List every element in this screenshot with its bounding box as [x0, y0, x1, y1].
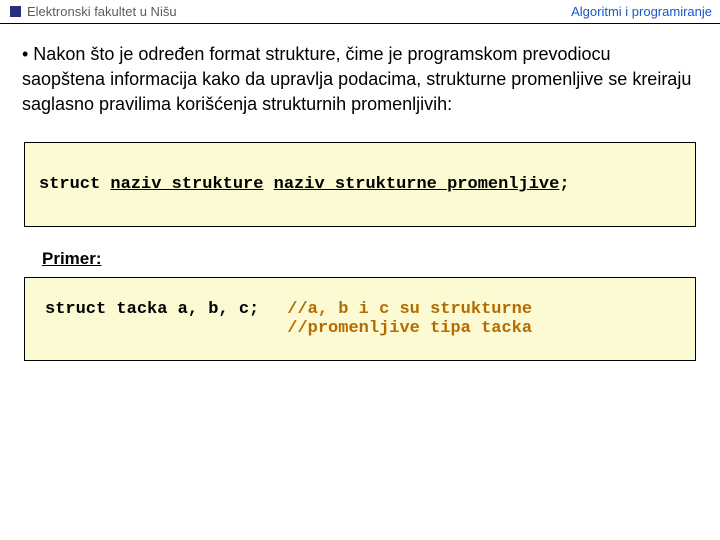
code-sep	[263, 175, 273, 194]
comment-line-1: //a, b i c su strukturne	[287, 300, 532, 319]
slide-content: • Nakon što je određen format strukture,…	[0, 24, 720, 361]
example-code-row: struct tacka a, b, c; //a, b i c su stru…	[45, 300, 681, 338]
course-name: Algoritmi i programiranje	[571, 4, 712, 19]
struct-name-placeholder: naziv_strukture	[110, 175, 263, 194]
example-code-comment: //a, b i c su strukturne //promenljive t…	[287, 300, 532, 338]
code-terminator: ;	[559, 175, 569, 194]
example-code-declaration: struct tacka a, b, c;	[45, 300, 259, 319]
example-label: Primer:	[42, 249, 698, 269]
struct-keyword: struct	[39, 175, 110, 194]
var-name-placeholder: naziv_strukturne_promenljive	[274, 175, 560, 194]
header-left: Elektronski fakultet u Nišu	[10, 4, 177, 19]
example-code-box: struct tacka a, b, c; //a, b i c su stru…	[24, 277, 696, 361]
slide-header: Elektronski fakultet u Nišu Algoritmi i …	[0, 0, 720, 24]
institution-name: Elektronski fakultet u Nišu	[27, 4, 177, 19]
syntax-code-line: struct naziv_strukture naziv_strukturne_…	[39, 175, 570, 194]
logo-square-icon	[10, 6, 21, 17]
intro-paragraph: • Nakon što je određen format strukture,…	[22, 42, 698, 116]
comment-line-2: //promenljive tipa tacka	[287, 319, 532, 338]
syntax-code-box: struct naziv_strukture naziv_strukturne_…	[24, 142, 696, 227]
